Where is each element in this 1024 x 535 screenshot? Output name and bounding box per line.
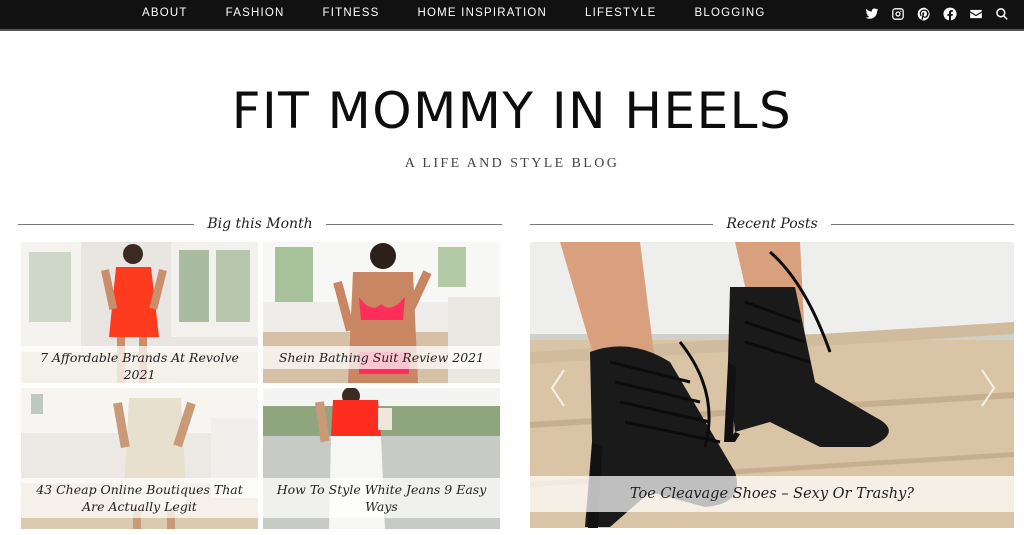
email-icon[interactable] <box>967 5 984 22</box>
nav-item-fitness[interactable]: FITNESS <box>323 0 380 29</box>
grid-post-card[interactable]: 7 Affordable Brands At Revolve 2021 <box>21 242 258 383</box>
section-heading-label: Big this Month <box>207 216 313 232</box>
nav-item-blogging[interactable]: BLOGGING <box>695 0 766 29</box>
section-heading-label: Recent Posts <box>726 216 818 232</box>
nav-item-lifestyle[interactable]: LIFESTYLE <box>585 0 657 29</box>
divider-line <box>325 223 503 225</box>
section-heading-big-this-month: Big this Month <box>18 214 503 234</box>
post-title[interactable]: Shein Bathing Suit Review 2021 <box>263 346 500 369</box>
post-title[interactable]: How To Style White Jeans 9 Easy Ways <box>263 478 500 518</box>
featured-post-slide[interactable]: Toe Cleavage Shoes – Sexy Or Trashy? <box>530 242 1014 528</box>
divider-line <box>530 223 714 225</box>
nav-item-home-inspiration[interactable]: HOME INSPIRATION <box>417 0 547 29</box>
grid-post-card[interactable]: 43 Cheap Online Boutiques That Are Actua… <box>21 388 258 529</box>
nav-item-about[interactable]: ABOUT <box>142 0 188 29</box>
social-links <box>863 5 1010 22</box>
search-icon[interactable] <box>993 5 1010 22</box>
slider-next-arrow-icon[interactable] <box>978 368 998 408</box>
main-menu: ABOUT FASHION FITNESS HOME INSPIRATION L… <box>124 0 804 29</box>
slider-prev-arrow-icon[interactable] <box>548 368 568 408</box>
instagram-icon[interactable] <box>889 5 906 22</box>
post-title[interactable]: 43 Cheap Online Boutiques That Are Actua… <box>21 478 258 518</box>
divider-line <box>18 223 195 225</box>
site-tagline: A LIFE AND STYLE BLOG <box>404 156 620 171</box>
featured-post-title[interactable]: Toe Cleavage Shoes – Sexy Or Trashy? <box>530 476 1014 512</box>
section-heading-recent-posts: Recent Posts <box>530 214 1015 234</box>
facebook-icon[interactable] <box>941 5 958 22</box>
twitter-icon[interactable] <box>863 5 880 22</box>
grid-post-card[interactable]: How To Style White Jeans 9 Easy Ways <box>263 388 500 529</box>
grid-post-card[interactable]: Shein Bathing Suit Review 2021 <box>263 242 500 383</box>
nav-item-fashion[interactable]: FASHION <box>226 0 285 29</box>
divider-line <box>830 223 1015 225</box>
post-title[interactable]: 7 Affordable Brands At Revolve 2021 <box>21 346 258 383</box>
site-title[interactable]: FIT MOMMY IN HEELS <box>0 80 1024 142</box>
pinterest-icon[interactable] <box>915 5 932 22</box>
top-navigation-bar: ABOUT FASHION FITNESS HOME INSPIRATION L… <box>0 0 1024 31</box>
